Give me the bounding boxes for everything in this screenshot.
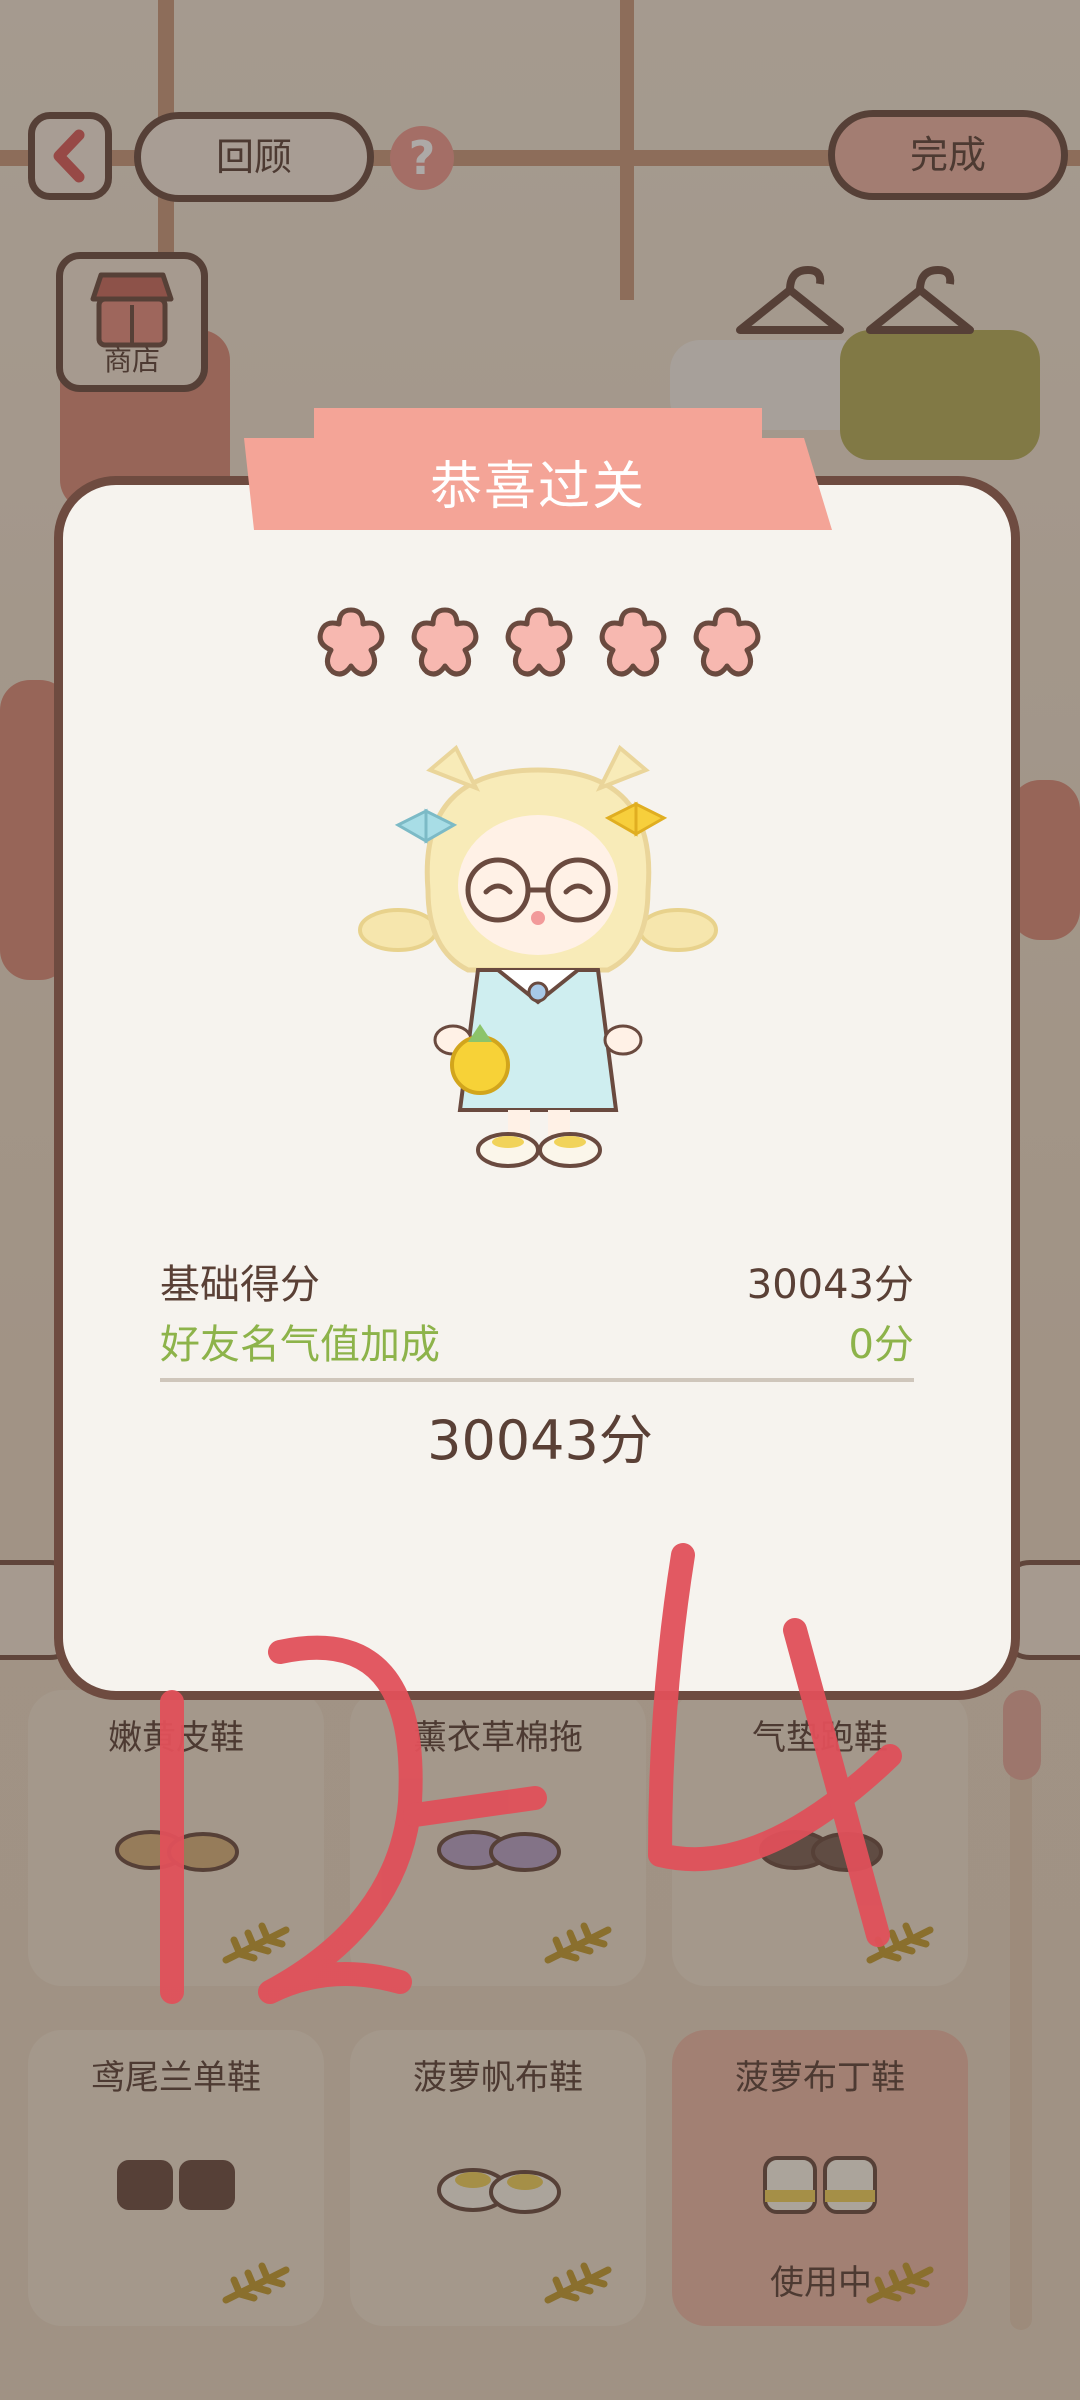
flower-star-icon: [599, 607, 667, 677]
friend-bonus-label: 好友名气值加成: [160, 1322, 440, 1368]
base-score-value: 30043分: [746, 1262, 914, 1308]
score-divider: [160, 1378, 914, 1382]
star-rating: [313, 604, 767, 684]
total-score: 30043分: [427, 1409, 653, 1472]
flower-star-icon: [411, 607, 479, 677]
friend-bonus-value: 0分: [848, 1322, 914, 1368]
flower-star-icon: [317, 607, 385, 677]
level-clear-title: 恭喜过关: [429, 457, 646, 517]
dressed-character-avatar: [358, 744, 718, 1168]
flower-star-icon: [693, 607, 761, 677]
base-score-label: 基础得分: [160, 1262, 320, 1308]
flower-star-icon: [505, 607, 573, 677]
title-ribbon: 恭喜过关: [244, 408, 832, 558]
